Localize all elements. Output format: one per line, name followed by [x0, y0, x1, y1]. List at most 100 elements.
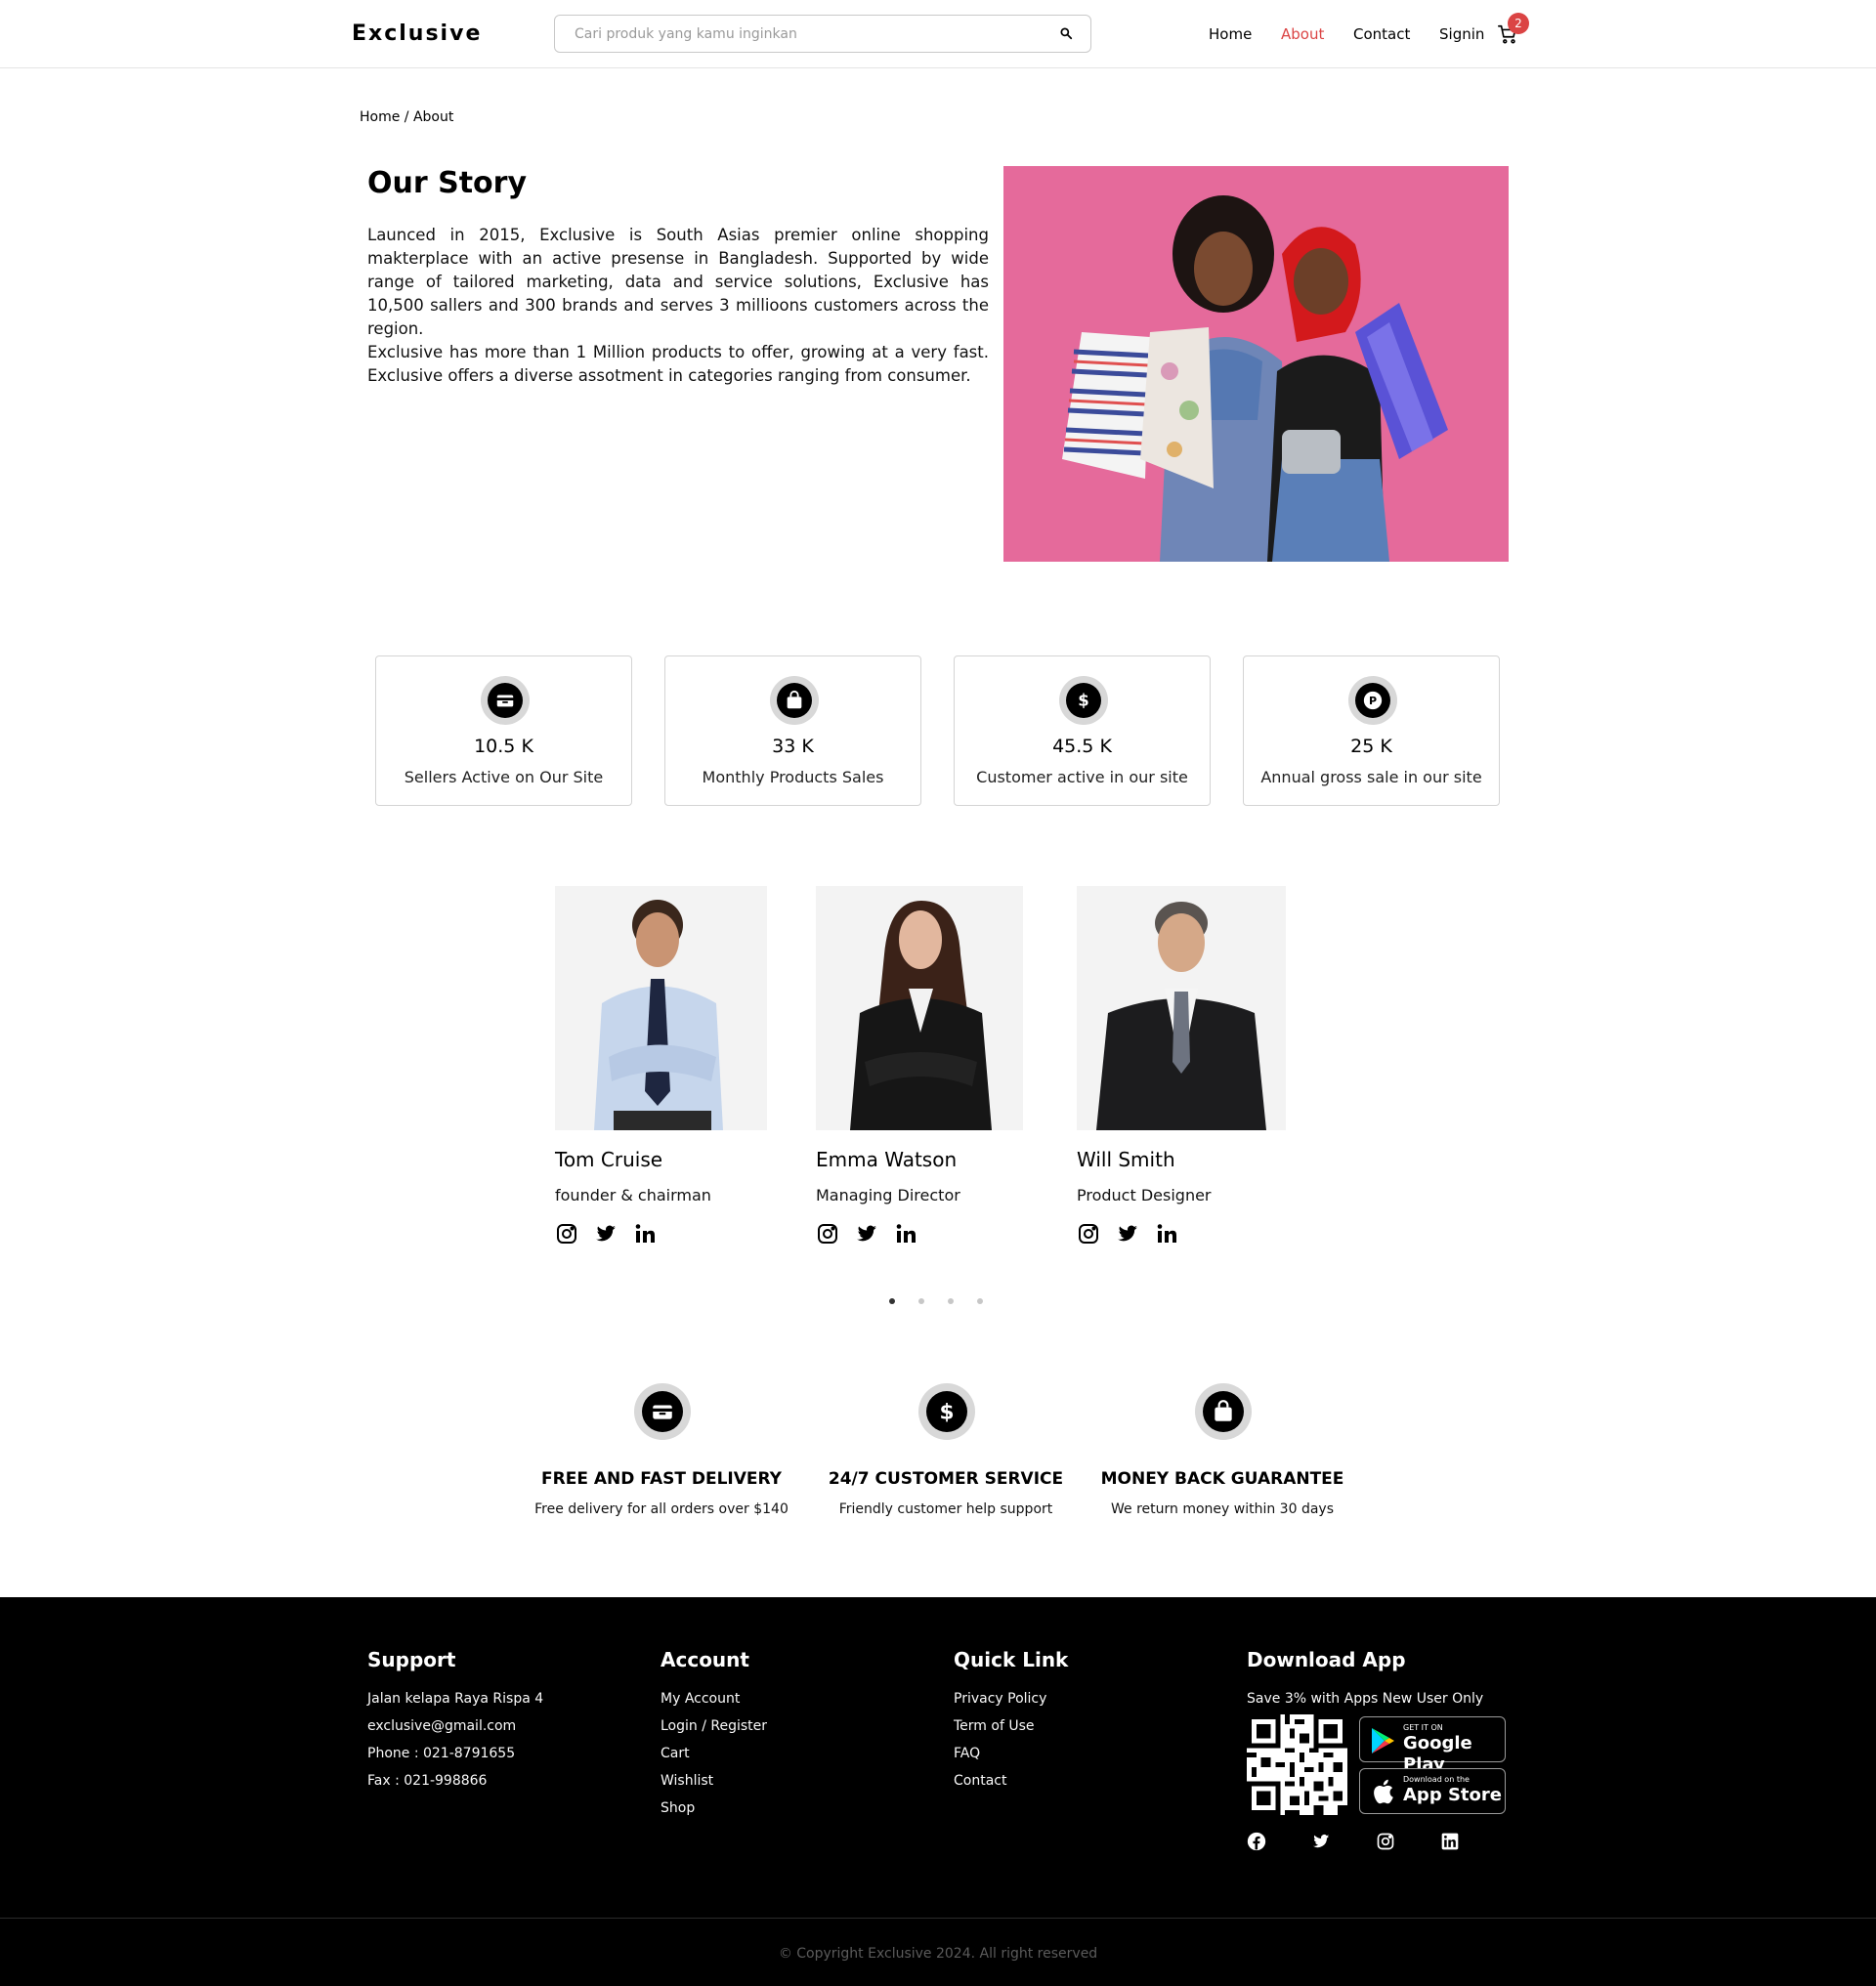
- member-role: Managing Director: [816, 1186, 960, 1204]
- linkedin-icon[interactable]: [894, 1222, 917, 1246]
- footer-heading: Account: [661, 1648, 749, 1671]
- service-description: We return money within 30 days: [1111, 1501, 1334, 1517]
- search-icon[interactable]: [1059, 26, 1073, 40]
- footer-link-privacy-policy[interactable]: Privacy Policy: [954, 1685, 1068, 1712]
- twitter-icon[interactable]: [1311, 1832, 1331, 1851]
- stat-card: 33 K Monthly Products Sales: [664, 655, 921, 806]
- copyright-text: © Copyright Exclusive 2024. All right re…: [778, 1946, 1098, 1962]
- member-name: Emma Watson: [816, 1148, 958, 1171]
- support-email[interactable]: exclusive@gmail.com: [367, 1712, 543, 1740]
- coin-icon: P: [1348, 676, 1397, 725]
- nav-about[interactable]: About: [1281, 23, 1324, 45]
- member-social-links: [555, 1222, 770, 1246]
- footer-link-terms[interactable]: Term of Use: [954, 1712, 1068, 1740]
- facebook-icon[interactable]: [1247, 1832, 1266, 1851]
- footer-account: Account My Account Login / Register Cart…: [661, 1646, 767, 1822]
- app-store-caption: Download on the: [1403, 1775, 1470, 1784]
- service-description: Friendly customer help support: [838, 1501, 1053, 1517]
- stat-label: Customer active in our site: [976, 768, 1188, 786]
- dollar-icon: $: [918, 1383, 975, 1440]
- member-role: Product Designer: [1077, 1186, 1212, 1204]
- svg-text:$: $: [939, 1401, 954, 1424]
- team-member-card: Emma Watson Managing Director: [816, 886, 1031, 1246]
- stat-card: $ 45.5 K Customer active in our site: [954, 655, 1211, 806]
- nav-home[interactable]: Home: [1209, 23, 1252, 45]
- carousel-dot[interactable]: [889, 1298, 895, 1304]
- nav-contact[interactable]: Contact: [1353, 23, 1410, 45]
- twitter-icon[interactable]: [594, 1222, 618, 1246]
- twitter-icon[interactable]: [855, 1222, 878, 1246]
- member-photo: [555, 886, 767, 1130]
- stat-card: P 25 K Annual gross sale in our site: [1243, 655, 1500, 806]
- footer-heading: Download App: [1247, 1648, 1406, 1671]
- stat-card: 10.5 K Sellers Active on Our Site: [375, 655, 632, 806]
- dollar-icon: $: [1059, 676, 1108, 725]
- instagram-icon[interactable]: [816, 1222, 839, 1246]
- google-play-icon: [1370, 1727, 1395, 1754]
- site-footer: Support Jalan kelapa Raya Rispa 4 exclus…: [0, 1597, 1876, 1986]
- footer-link-cart[interactable]: Cart: [661, 1740, 767, 1767]
- svg-text:$: $: [1078, 692, 1088, 710]
- stat-value: 45.5 K: [1052, 736, 1112, 757]
- instagram-icon[interactable]: [1376, 1832, 1395, 1851]
- carousel-dot[interactable]: [977, 1298, 983, 1304]
- cart-count-badge: 2: [1508, 13, 1529, 34]
- footer-support: Support Jalan kelapa Raya Rispa 4 exclus…: [367, 1646, 543, 1795]
- story-paragraph: Exclusive has more than 1 Million produc…: [367, 343, 989, 385]
- instagram-icon[interactable]: [1077, 1222, 1100, 1246]
- service-title: 24/7 CUSTOMER SERVICE: [828, 1469, 1064, 1489]
- support-phone: Phone : 021-8791655: [367, 1746, 516, 1761]
- stat-label: Monthly Products Sales: [702, 768, 884, 786]
- service-description: Free delivery for all orders over $140: [534, 1501, 789, 1517]
- linkedin-icon[interactable]: [1155, 1222, 1178, 1246]
- footer-link-faq[interactable]: FAQ: [954, 1740, 1068, 1767]
- footer-link-wishlist[interactable]: Wishlist: [661, 1767, 767, 1795]
- footer-link-shop[interactable]: Shop: [661, 1795, 767, 1822]
- team-member-card: Tom Cruise founder & chairman: [555, 886, 770, 1246]
- footer-quick-links: Quick Link Privacy Policy Term of Use FA…: [954, 1646, 1068, 1795]
- member-photo: [816, 886, 1023, 1130]
- google-play-caption: GET IT ON: [1403, 1723, 1443, 1732]
- apple-icon: [1371, 1778, 1394, 1805]
- stat-value: 33 K: [772, 736, 814, 757]
- twitter-icon[interactable]: [1116, 1222, 1139, 1246]
- stat-value: 25 K: [1350, 736, 1392, 757]
- member-social-links: [1077, 1222, 1292, 1246]
- footer-link-login-register[interactable]: Login / Register: [661, 1712, 767, 1740]
- linkedin-icon[interactable]: [1440, 1832, 1460, 1851]
- search-bar: [554, 15, 1091, 53]
- footer-heading: Quick Link: [954, 1648, 1069, 1671]
- linkedin-icon[interactable]: [633, 1222, 657, 1246]
- support-fax: Fax : 021-998866: [367, 1773, 488, 1789]
- carousel-dot[interactable]: [918, 1298, 924, 1304]
- shopping-bag-icon: [770, 676, 819, 725]
- logo[interactable]: Exclusive: [352, 20, 482, 49]
- team-member-card: Will Smith Product Designer: [1077, 886, 1292, 1246]
- instagram-icon[interactable]: [555, 1222, 578, 1246]
- delivery-icon: [634, 1383, 691, 1440]
- member-name: Will Smith: [1077, 1148, 1175, 1171]
- search-input[interactable]: [555, 16, 1044, 52]
- nav-signin[interactable]: Signin: [1439, 23, 1484, 45]
- member-name: Tom Cruise: [555, 1148, 663, 1171]
- footer-heading: Support: [367, 1648, 456, 1671]
- footer-link-contact[interactable]: Contact: [954, 1767, 1068, 1795]
- carousel-dot[interactable]: [948, 1298, 954, 1304]
- breadcrumb: Home / About: [360, 109, 454, 125]
- support-address: Jalan kelapa Raya Rispa 4: [367, 1691, 544, 1707]
- svg-text:P: P: [1369, 695, 1377, 707]
- google-play-button[interactable]: GET IT ON Google Play: [1359, 1716, 1506, 1775]
- app-promo-text: Save 3% with Apps New User Only: [1247, 1691, 1484, 1707]
- app-store-button[interactable]: Download on the App Store: [1359, 1768, 1506, 1814]
- app-store-label: App Store: [1403, 1785, 1502, 1805]
- member-social-links: [816, 1222, 1031, 1246]
- shopping-bag-icon: [1195, 1383, 1252, 1440]
- stat-label: Annual gross sale in our site: [1260, 768, 1482, 786]
- page-title: Our Story: [367, 166, 528, 200]
- footer-link-my-account[interactable]: My Account: [661, 1685, 767, 1712]
- member-photo: [1077, 886, 1286, 1130]
- stat-value: 10.5 K: [474, 736, 533, 757]
- footer-social-links: [1247, 1832, 1460, 1851]
- story-image: [1003, 166, 1509, 562]
- stat-label: Sellers Active on Our Site: [404, 768, 604, 786]
